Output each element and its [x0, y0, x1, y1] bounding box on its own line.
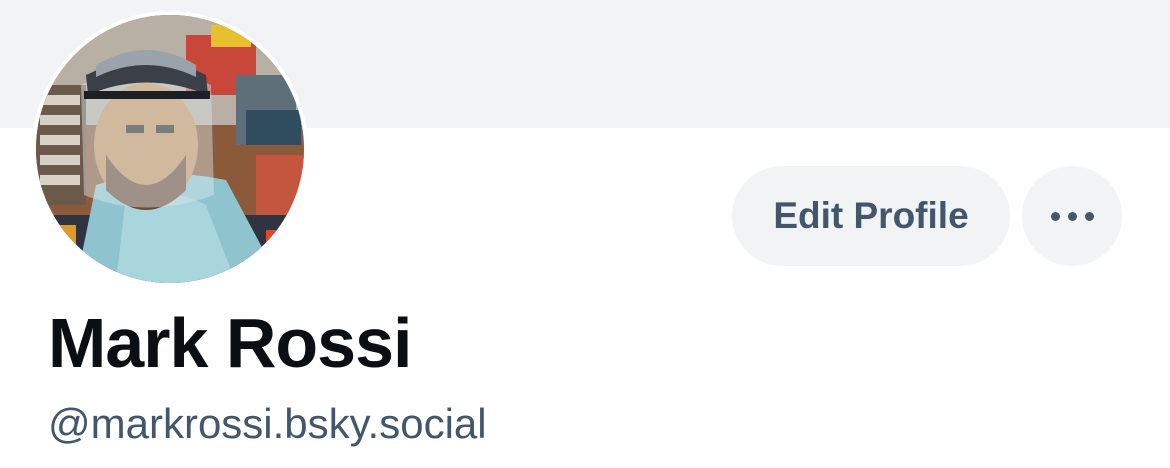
profile-actions: Edit Profile	[732, 166, 1122, 266]
edit-profile-button[interactable]: Edit Profile	[732, 166, 1010, 266]
profile-header: Edit Profile Mark Rossi @markrossi.bsky.…	[0, 0, 1170, 468]
avatar-photo	[36, 15, 304, 283]
display-name: Mark Rossi	[48, 304, 412, 382]
ellipsis-icon	[1050, 211, 1094, 221]
more-options-button[interactable]	[1022, 166, 1122, 266]
avatar[interactable]	[32, 11, 308, 287]
profile-handle[interactable]: @markrossi.bsky.social	[48, 398, 487, 450]
